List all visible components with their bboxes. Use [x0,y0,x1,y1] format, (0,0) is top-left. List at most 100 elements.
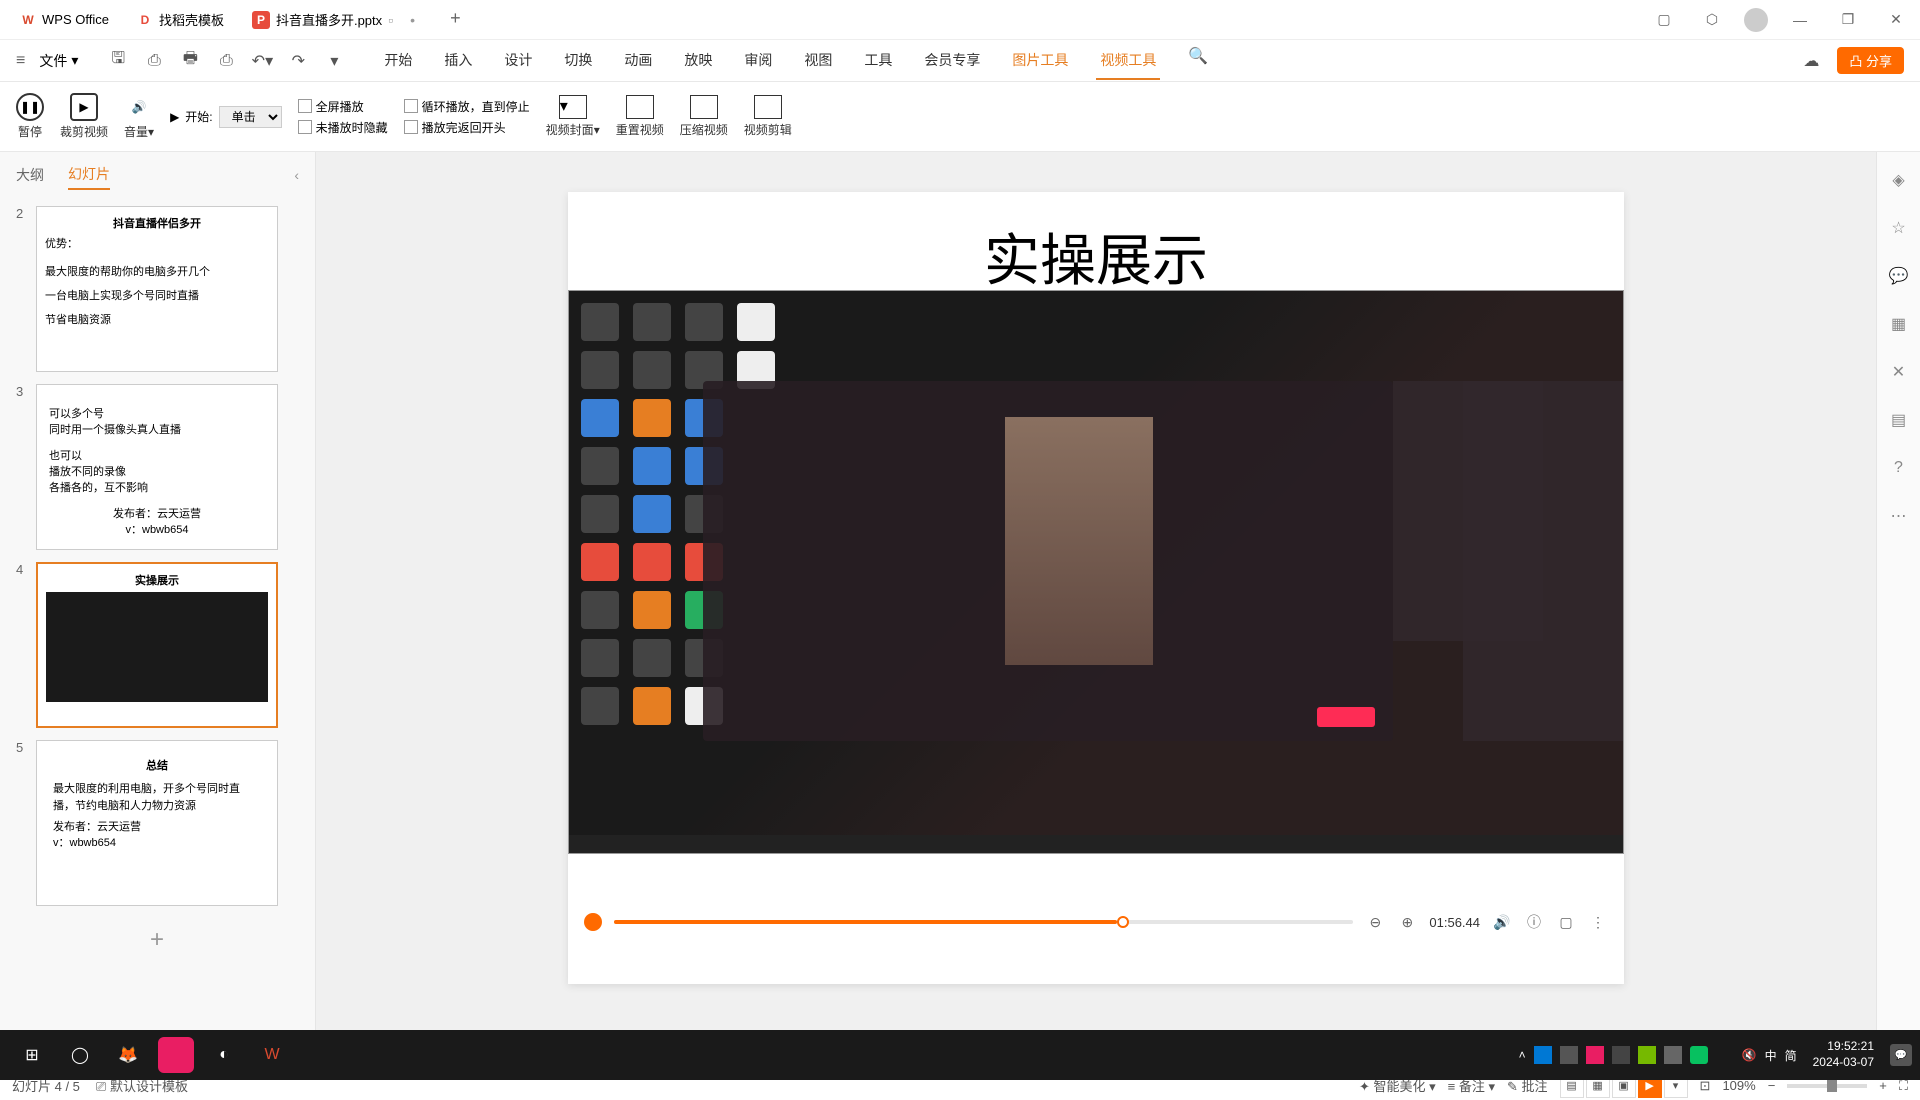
new-tab-button[interactable]: + [450,8,474,32]
slide[interactable]: 实操展示 [568,192,1624,984]
collapse-panel-icon[interactable]: ‹ [294,167,299,183]
ime-indicator[interactable]: 中 [1765,1047,1777,1064]
maximize-button[interactable]: ❐ [1832,4,1864,36]
zoom-out-button[interactable]: − [1768,1078,1776,1093]
zoom-thumb[interactable] [1827,1080,1837,1092]
mute-icon[interactable]: 🔊 [1492,912,1512,932]
save-icon[interactable]: 🖫 [104,47,132,75]
tab-menu-icon[interactable]: ▫ [388,12,404,28]
ime-indicator-2[interactable]: 简 [1785,1047,1797,1064]
undo-button[interactable]: ↶▾ [248,47,276,75]
prev-frame-icon[interactable]: ⊖ [1365,912,1385,932]
zoom-in-button[interactable]: + [1879,1078,1887,1093]
slide-thumbnail-5[interactable]: 总结 最大限度的利用电脑，开多个号同时直播，节约电脑和人力物力资源 发布者：云天… [36,740,278,906]
video-object[interactable] [568,290,1624,854]
slide-thumbnail-2[interactable]: 抖音直播伴侣多开 优势： 最大限度的帮助你的电脑多开几个 一台电脑上实现多个号同… [36,206,278,372]
tab-slideshow[interactable]: 放映 [680,42,716,80]
add-slide-button[interactable]: + [36,918,278,962]
canvas[interactable]: 实操展示 [316,152,1876,1070]
hide-checkbox[interactable]: 未播放时隐藏 [298,119,388,136]
play-button[interactable] [584,913,602,931]
help-icon[interactable]: ? [1887,456,1911,480]
slide-thumbnail-3[interactable]: 可以多个号 同时用一个摄像头真人直播 也可以 播放不同的录像 各播各的，互不影响… [36,384,278,550]
tray-icon[interactable] [1534,1046,1552,1064]
tab-wps-home[interactable]: W WPS Office [8,8,121,32]
close-button[interactable]: ✕ [1880,4,1912,36]
share-button[interactable]: 凸 分享 [1837,47,1904,74]
minimize-button[interactable]: — [1784,4,1816,36]
tab-document[interactable]: P 抖音直播多开.pptx ▫ • [240,6,438,33]
trim-button[interactable]: ▶ 裁剪视频 [60,93,108,140]
notification-button[interactable]: 💬1 [1890,1044,1912,1066]
favorite-icon[interactable]: ☆ [1887,216,1911,240]
poster-button[interactable]: ▾ 视频封面▾ [546,95,600,138]
loop-checkbox[interactable]: 循环播放，直到停止 [404,98,530,115]
edit-button[interactable]: 视频剪辑 [744,95,792,138]
tab-insert[interactable]: 插入 [440,42,476,80]
slide-thumbnail-4[interactable]: 实操展示 [36,562,278,728]
rewind-checkbox[interactable]: 播放完返回开头 [404,119,530,136]
tab-docer[interactable]: D 找稻壳模板 [125,6,236,33]
more-icon[interactable]: ⋮ [1588,912,1608,932]
task-app-icon[interactable] [158,1037,194,1073]
tray-icon[interactable] [1586,1046,1604,1064]
task-app2-icon[interactable]: ◐ [200,1031,248,1079]
reset-button[interactable]: 重置视频 [616,95,664,138]
cloud-icon[interactable]: ☁ [1797,47,1825,75]
layout-icon[interactable]: ▤ [1887,408,1911,432]
slides-tab[interactable]: 幻灯片 [68,160,110,190]
tab-view[interactable]: 视图 [800,42,836,80]
task-camera-icon[interactable]: ◯ [56,1031,104,1079]
tab-review[interactable]: 审阅 [740,42,776,80]
tab-video-tools[interactable]: 视频工具 [1096,42,1160,80]
chat-icon[interactable]: 💬 [1887,264,1911,288]
video-progress[interactable] [614,920,1353,924]
thumbnails[interactable]: 2 抖音直播伴侣多开 优势： 最大限度的帮助你的电脑多开几个 一台电脑上实现多个… [0,198,315,1070]
progress-thumb[interactable] [1117,916,1129,928]
zoom-slider[interactable] [1787,1084,1867,1088]
object-icon[interactable]: ▦ [1887,312,1911,336]
file-menu-button[interactable]: 文件 ▾ [29,47,88,75]
tray-icon[interactable] [1560,1046,1578,1064]
hamburger-icon[interactable]: ≡ [16,52,25,70]
cube-icon[interactable]: ⬡ [1696,4,1728,36]
tray-wechat-icon[interactable] [1690,1046,1708,1064]
style-icon[interactable]: ◈ [1887,168,1911,192]
print-icon[interactable]: 🖶 [176,47,204,75]
tray-icon[interactable] [1716,1046,1734,1064]
fullscreen-checkbox[interactable]: 全屏播放 [298,98,388,115]
task-wps-icon[interactable]: W [248,1031,296,1079]
app-menu-icon[interactable]: ▢ [1648,4,1680,36]
qat-more-icon[interactable]: ▾ [320,47,348,75]
more-panel-icon[interactable]: ⋯ [1887,504,1911,528]
tray-up-icon[interactable]: ˄ [1519,1048,1526,1062]
redo-button[interactable]: ↷ [284,47,312,75]
tab-close-icon[interactable]: • [410,12,426,28]
tab-member[interactable]: 会员专享 [920,42,984,80]
tray-icon[interactable] [1664,1046,1682,1064]
tab-start[interactable]: 开始 [380,42,416,80]
zoom-value[interactable]: 109% [1722,1078,1755,1093]
slide-title[interactable]: 实操展示 [568,192,1624,297]
snapshot-icon[interactable]: ▢ [1556,912,1576,932]
tools-icon[interactable]: ✕ [1887,360,1911,384]
tab-animation[interactable]: 动画 [620,42,656,80]
next-frame-icon[interactable]: ⊕ [1397,912,1417,932]
tab-design[interactable]: 设计 [500,42,536,80]
start-select[interactable]: 单击 [219,106,282,128]
tray-icon[interactable] [1612,1046,1630,1064]
info-icon[interactable]: ⓘ [1524,912,1544,932]
export-icon[interactable]: ⎙ [140,47,168,75]
tray-icon[interactable] [1638,1046,1656,1064]
volume-tray-icon[interactable]: 🔇 [1742,1048,1757,1062]
volume-button[interactable]: 🔊 音量▾ [124,93,154,140]
outline-tab[interactable]: 大纲 [16,161,44,189]
print-preview-icon[interactable]: ⎙ [212,47,240,75]
clock[interactable]: 19:52:21 2024-03-07 [1805,1039,1882,1070]
tab-transition[interactable]: 切换 [560,42,596,80]
compress-button[interactable]: 压缩视频 [680,95,728,138]
tab-tools[interactable]: 工具 [860,42,896,80]
pause-button[interactable]: ❚❚ 暂停 [16,93,44,140]
user-avatar[interactable] [1744,8,1768,32]
task-firefox-icon[interactable]: 🦊 [104,1031,152,1079]
